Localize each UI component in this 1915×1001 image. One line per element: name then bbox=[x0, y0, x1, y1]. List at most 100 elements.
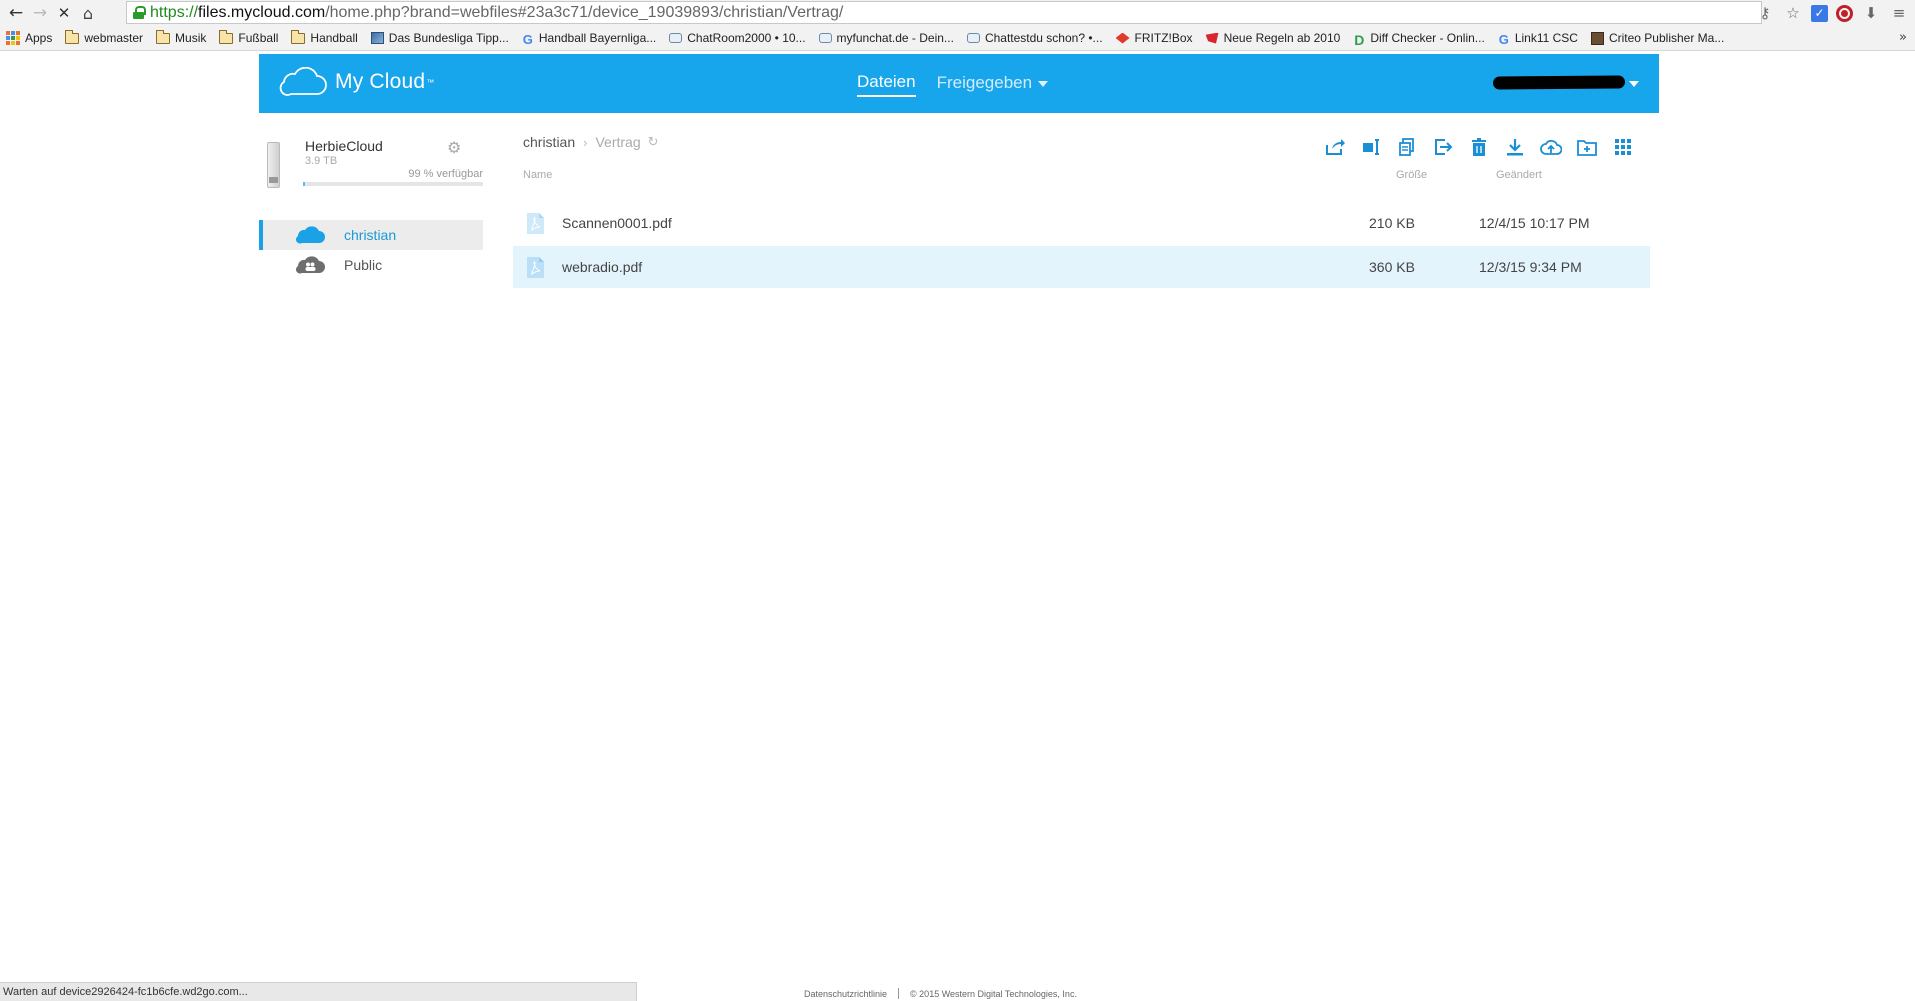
key-icon[interactable]: ⚷ bbox=[1755, 3, 1775, 23]
download-icon bbox=[1507, 139, 1523, 156]
forward-arrow-icon[interactable]: → bbox=[28, 1, 52, 25]
file-modified: 12/3/15 9:34 PM bbox=[1479, 259, 1582, 275]
public-cloud-icon bbox=[295, 256, 325, 274]
download-button[interactable] bbox=[1503, 136, 1527, 158]
bookmark-myfunchat[interactable]: myfunchat.de - Dein... bbox=[818, 31, 954, 45]
bookmark-diff-checker[interactable]: D Diff Checker - Onlin... bbox=[1353, 31, 1485, 48]
extension-check-icon[interactable]: ✓ bbox=[1811, 4, 1828, 22]
bookmark-criteo[interactable]: Criteo Publisher Ma... bbox=[1590, 31, 1724, 45]
bookmark-bundesliga[interactable]: Das Bundesliga Tipp... bbox=[370, 31, 509, 45]
new-folder-icon bbox=[1577, 140, 1597, 156]
folder-icon bbox=[65, 29, 80, 44]
footer: Datenschutzrichtlinie © 2015 Western Dig… bbox=[804, 988, 1077, 999]
share-item-christian[interactable]: christian bbox=[259, 220, 483, 250]
copy-button[interactable] bbox=[1395, 136, 1419, 158]
pdf-file-icon bbox=[527, 257, 544, 278]
image-icon bbox=[370, 32, 384, 44]
privacy-link[interactable]: Datenschutzrichtlinie bbox=[804, 989, 887, 999]
bookmarks-overflow-icon[interactable]: » bbox=[1899, 30, 1907, 45]
folder-icon bbox=[219, 29, 234, 44]
redacted-username bbox=[1492, 75, 1626, 90]
share-item-public[interactable]: Public bbox=[259, 250, 483, 280]
google-icon: G bbox=[1498, 32, 1509, 47]
chat-icon bbox=[966, 33, 980, 43]
breadcrumb-root[interactable]: christian bbox=[523, 134, 575, 150]
delete-button[interactable] bbox=[1467, 136, 1491, 158]
bookmark-fussball[interactable]: Fußball bbox=[219, 29, 278, 45]
upload-button[interactable] bbox=[1539, 136, 1563, 158]
download-extension-icon[interactable]: ⬇ bbox=[1861, 3, 1881, 23]
column-header-name[interactable]: Name bbox=[523, 169, 552, 181]
back-arrow-icon[interactable]: ← bbox=[4, 1, 28, 25]
device-panel: HerbieCloud 3.9 TB ⚙ 99 % verfügbar bbox=[259, 138, 483, 190]
storage-available: 99 % verfügbar bbox=[408, 168, 483, 180]
chevron-down-icon bbox=[1629, 80, 1639, 87]
stop-loading-icon[interactable]: ✕ bbox=[52, 1, 76, 25]
trash-icon bbox=[1472, 138, 1486, 156]
d-icon: D bbox=[1354, 32, 1365, 48]
bookmark-fritzbox[interactable]: FRITZ!Box bbox=[1115, 31, 1193, 45]
device-capacity: 3.9 TB bbox=[305, 155, 338, 167]
breadcrumb-current: Vertrag bbox=[595, 134, 641, 150]
red-icon bbox=[1205, 32, 1219, 44]
menu-icon[interactable]: ≡ bbox=[1889, 3, 1909, 23]
column-header-size[interactable]: Größe bbox=[1396, 169, 1427, 181]
rename-icon bbox=[1363, 139, 1379, 155]
new-folder-button[interactable] bbox=[1575, 136, 1599, 158]
bookmark-musik[interactable]: Musik bbox=[156, 29, 206, 45]
bookmark-link11[interactable]: G Link11 CSC bbox=[1498, 31, 1578, 47]
file-size: 360 KB bbox=[1369, 259, 1415, 275]
rename-button[interactable] bbox=[1359, 136, 1383, 158]
bookmark-webmaster[interactable]: webmaster bbox=[65, 29, 143, 45]
browser-status-bar: Warten auf device2926424-fc1b6cfe.wd2go.… bbox=[0, 982, 637, 1001]
share-button[interactable] bbox=[1323, 136, 1347, 158]
folder-icon bbox=[156, 29, 171, 44]
share-icon bbox=[1326, 139, 1345, 155]
user-menu[interactable] bbox=[1492, 75, 1639, 90]
share-label: Public bbox=[344, 257, 383, 273]
refresh-icon[interactable]: ↻ bbox=[648, 135, 659, 150]
storage-bar bbox=[303, 182, 483, 186]
fritz-icon bbox=[1115, 32, 1130, 44]
browser-extensions: ⚷ ☆ ✓ ⬇ ≡ bbox=[1755, 0, 1915, 26]
move-icon bbox=[1435, 139, 1453, 155]
nas-device-icon bbox=[267, 142, 280, 188]
bookmarks-bar: Apps webmaster Musik Fußball Handball Da… bbox=[0, 26, 1915, 51]
folder-icon bbox=[291, 29, 306, 44]
storage-bar-fill bbox=[303, 182, 305, 186]
bookmark-chattestdu[interactable]: Chattestdu schon? •... bbox=[966, 31, 1103, 45]
grid-view-button[interactable] bbox=[1611, 136, 1635, 158]
device-name: HerbieCloud bbox=[305, 138, 383, 154]
nav-files[interactable]: Dateien bbox=[857, 72, 916, 97]
breadcrumb: christian › Vertrag ↻ bbox=[523, 134, 659, 150]
copy-icon bbox=[1399, 138, 1414, 156]
gear-icon[interactable]: ⚙ bbox=[447, 138, 461, 157]
extension-record-icon[interactable] bbox=[1836, 4, 1853, 22]
star-bookmark-icon[interactable]: ☆ bbox=[1783, 3, 1803, 23]
cloud-logo-icon bbox=[279, 67, 327, 96]
chevron-right-icon: › bbox=[583, 134, 588, 150]
bookmark-handball-bayernliga[interactable]: G Handball Bayernliga... bbox=[522, 31, 656, 47]
nav-shared[interactable]: Freigegeben bbox=[937, 72, 1049, 97]
url-path: /home.php?brand=webfiles#23a3c71/device_… bbox=[325, 3, 844, 21]
file-size: 210 KB bbox=[1369, 215, 1415, 231]
my-cloud-logo[interactable]: My Cloud ™ bbox=[279, 67, 434, 97]
move-button[interactable] bbox=[1431, 136, 1455, 158]
logo-text: My Cloud bbox=[335, 70, 426, 93]
criteo-icon bbox=[1590, 31, 1604, 45]
url-scheme: https:// bbox=[150, 3, 199, 21]
bookmark-chatroom2000[interactable]: ChatRoom2000 • 10... bbox=[669, 31, 806, 45]
bookmark-apps[interactable]: Apps bbox=[6, 31, 52, 45]
home-icon[interactable]: ⌂ bbox=[76, 1, 100, 25]
bookmark-neue-regeln[interactable]: Neue Regeln ab 2010 bbox=[1205, 31, 1340, 45]
logo-trademark: ™ bbox=[426, 77, 435, 87]
bookmark-handball[interactable]: Handball bbox=[291, 29, 358, 45]
file-list: Scannen0001.pdf 210 KB 12/4/15 10:17 PM … bbox=[513, 202, 1650, 290]
address-bar[interactable]: https://files.mycloud.com/home.php?brand… bbox=[126, 1, 1762, 24]
file-row[interactable]: Scannen0001.pdf 210 KB 12/4/15 10:17 PM bbox=[513, 202, 1650, 244]
file-row[interactable]: webradio.pdf 360 KB 12/3/15 9:34 PM bbox=[513, 246, 1650, 288]
column-header-modified[interactable]: Geändert bbox=[1496, 169, 1542, 181]
chat-icon bbox=[669, 33, 683, 43]
file-modified: 12/4/15 10:17 PM bbox=[1479, 215, 1590, 231]
cloud-upload-icon bbox=[1540, 139, 1562, 155]
